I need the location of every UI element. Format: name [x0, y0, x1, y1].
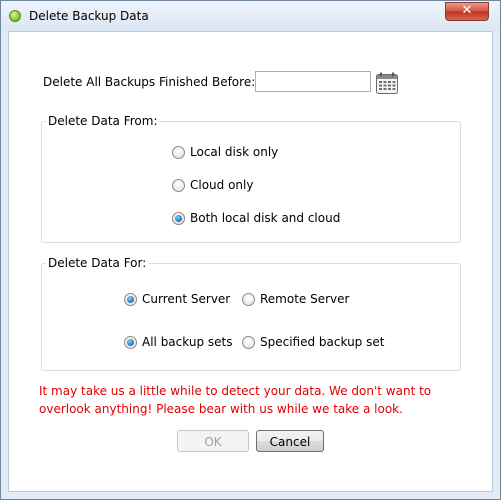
ok-button[interactable]: OK	[177, 430, 249, 452]
radio-circle	[242, 292, 255, 306]
title-bar[interactable]: Delete Backup Data ✕	[1, 1, 500, 31]
close-icon: ✕	[461, 3, 473, 18]
radio-current-server[interactable]: Current Server	[124, 292, 230, 306]
calendar-icon	[376, 72, 398, 94]
radio-specified-backup-set[interactable]: Specified backup set	[242, 335, 384, 349]
dialog-content: Delete All Backups Finished Before: Dele…	[8, 31, 493, 492]
delete-data-from-title: Delete Data From:	[46, 114, 160, 128]
radio-cloud-only[interactable]: Cloud only	[172, 178, 253, 192]
delete-data-for-title: Delete Data For:	[46, 256, 149, 270]
radio-label: Remote Server	[260, 292, 350, 306]
warning-message: It may take us a little while to detect …	[39, 384, 432, 416]
app-icon	[9, 10, 21, 22]
window-title: Delete Backup Data	[29, 9, 149, 23]
dialog-window: Delete Backup Data ✕ Delete All Backups …	[0, 0, 501, 500]
calendar-button[interactable]	[375, 71, 399, 95]
radio-label: Current Server	[142, 292, 231, 306]
delete-before-date-input[interactable]	[255, 71, 371, 92]
radio-both-local-and-cloud[interactable]: Both local disk and cloud	[172, 211, 340, 225]
radio-circle-checked	[172, 211, 185, 225]
radio-local-disk-only[interactable]: Local disk only	[172, 145, 278, 159]
radio-label: Both local disk and cloud	[190, 211, 341, 225]
radio-label: Local disk only	[190, 145, 279, 159]
radio-circle-checked	[124, 292, 137, 306]
radio-label: Cloud only	[190, 178, 254, 192]
radio-label: All backup sets	[142, 335, 233, 349]
cancel-button[interactable]: Cancel	[256, 430, 324, 452]
radio-circle	[242, 335, 255, 349]
delete-data-for-group	[41, 263, 461, 371]
delete-before-label: Delete All Backups Finished Before:	[43, 75, 256, 89]
close-button[interactable]: ✕	[445, 2, 489, 21]
radio-circle	[172, 145, 185, 159]
radio-all-backup-sets[interactable]: All backup sets	[124, 335, 232, 349]
radio-remote-server[interactable]: Remote Server	[242, 292, 349, 306]
radio-circle-checked	[124, 335, 137, 349]
radio-circle	[172, 178, 185, 192]
radio-label: Specified backup set	[260, 335, 385, 349]
